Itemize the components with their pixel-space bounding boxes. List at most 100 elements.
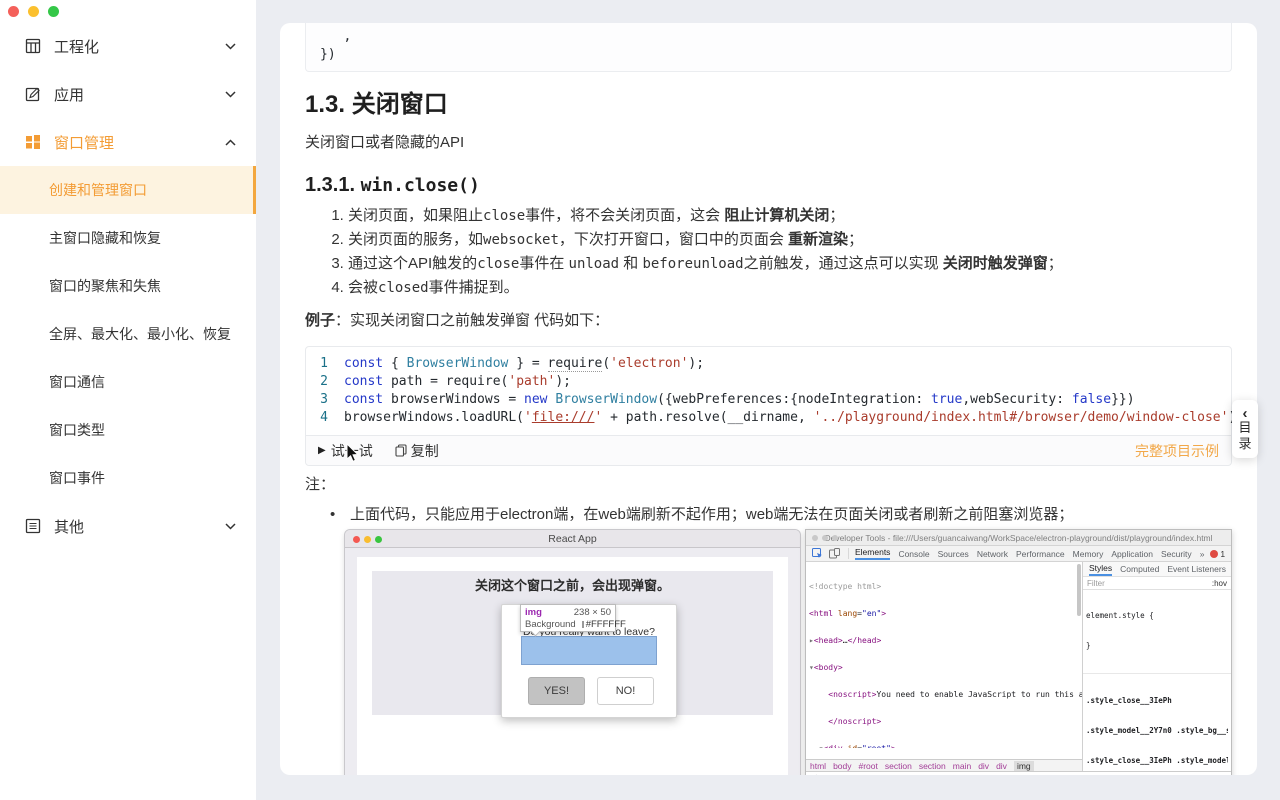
list-item: 关闭页面，如果阻止close事件，将不会关闭页面，这会 阻止计算机关闭； <box>348 204 1232 228</box>
devtools-tab-security[interactable]: Security <box>1161 549 1192 559</box>
text-token: "root" <box>862 744 891 748</box>
text-token: true <box>931 392 963 407</box>
text-token: websocket <box>483 232 559 248</box>
subsection-number: 1.3.1. <box>305 174 361 196</box>
devtools-tab-memory[interactable]: Memory <box>1073 549 1104 559</box>
error-badge[interactable]: 1 <box>1210 549 1225 559</box>
example-screenshot: React App 关闭这个窗口之前，会出现弹窗。 Do you really … <box>345 528 1232 775</box>
text-token: require <box>547 356 603 372</box>
devtools-tab-performance[interactable]: Performance <box>1016 549 1065 559</box>
code-text: browserWindows.loadURL('file:///' + path… <box>344 409 1244 427</box>
sidebar-item-window-communication[interactable]: 窗口通信 <box>0 358 256 406</box>
breadcrumb-item[interactable]: section <box>885 761 912 771</box>
sidebar-item-label: 其他 <box>54 518 85 536</box>
breadcrumb-item[interactable]: main <box>953 761 971 771</box>
devtools-tab-application[interactable]: Application <box>1111 549 1153 559</box>
devtools-tab-elements[interactable]: Elements <box>855 547 891 560</box>
chevron-down-icon <box>225 522 236 530</box>
code-block: 1 const { BrowserWindow } = require('elec… <box>305 346 1244 466</box>
styles-tabs: Styles Computed Event Listeners » <box>1083 562 1231 577</box>
text-token: browserWindows.loadURL( <box>344 410 525 425</box>
note-text: 上面代码，只能应用于electron端，在web端刷新不起作用；web端无法在页… <box>350 506 1074 523</box>
blocks-icon <box>25 38 41 54</box>
sidebar-subitem-label: 窗口类型 <box>49 422 105 438</box>
devtools-tab-sources[interactable]: Sources <box>938 549 969 559</box>
sidebar-item-window-types[interactable]: 窗口类型 <box>0 406 256 454</box>
breadcrumb-item[interactable]: section <box>919 761 946 771</box>
breadcrumb-item[interactable]: html <box>810 761 826 771</box>
css-rules[interactable]: element.style { } .style_close__3IePh .s… <box>1083 590 1231 771</box>
text-token: 重新渲染 <box>788 231 849 248</box>
dom-tree[interactable]: <!doctype html> <html lang="en"> ▸<head>… <box>806 562 1082 748</box>
more-tabs-icon[interactable]: » <box>1200 549 1205 559</box>
sidebar-item-window-events[interactable]: 窗口事件 <box>0 454 256 502</box>
text-token: ； <box>1047 255 1063 272</box>
react-content-card: 关闭这个窗口之前，会出现弹窗。 Do you really want to le… <box>357 557 788 775</box>
drawer-tab-whats-new[interactable]: What's New <box>872 773 917 775</box>
minimize-window-button[interactable] <box>28 6 39 17</box>
text-token: <head> <box>813 636 843 645</box>
sidebar-item-fullscreen-max-min-restore[interactable]: 全屏、最大化、最小化、恢复 <box>0 310 256 358</box>
device-toolbar-icon[interactable] <box>829 548 840 559</box>
text-token: .style_model__2Y7n0 .style_bg__sS8y0, <box>1086 726 1228 735</box>
text-token: ：实现关闭窗口之前触发弹窗 代码如下： <box>335 312 610 329</box>
text-token: close <box>483 208 526 224</box>
close-window-button[interactable] <box>8 6 19 17</box>
sidebar-item-engineering[interactable]: 工程化 <box>0 22 256 70</box>
copy-button[interactable]: 复制 <box>411 441 439 461</box>
text-token: path = require( <box>383 374 509 389</box>
text-token: ，下次打开窗口，窗口中的页面会 <box>558 231 789 248</box>
section-intro: 关闭窗口或者隐藏的API <box>305 134 465 151</box>
close-icon[interactable]: × <box>933 773 938 775</box>
tab-styles[interactable]: Styles <box>1089 563 1113 576</box>
maximize-window-button[interactable] <box>48 6 59 17</box>
mini-minimize-icon <box>364 535 371 543</box>
sidebar-item-window-management[interactable]: 窗口管理 <box>0 118 256 166</box>
windows-icon <box>26 135 40 149</box>
breadcrumb-item-selected[interactable]: img <box>1013 760 1034 771</box>
list-item: 关闭页面的服务，如websocket，下次打开窗口，窗口中的页面会 重新渲染； <box>348 228 1232 252</box>
react-window-title: React App <box>548 532 597 545</box>
sidebar-item-create-manage-window[interactable]: 创建和管理窗口 <box>0 166 256 214</box>
sidebar-item-other[interactable]: 其他 <box>0 502 256 550</box>
devtools-titlebar: Developer Tools - file:///Users/guancaiw… <box>806 530 1231 546</box>
tab-event-listeners[interactable]: Event Listeners <box>1167 564 1226 574</box>
text-token: unload <box>568 256 620 272</box>
text-token: ( <box>602 356 611 371</box>
dom-node: ▾<body> <box>809 663 1082 672</box>
drawer-tab-console[interactable]: Console <box>829 773 860 775</box>
kebab-menu-icon[interactable]: ⋮ <box>812 773 821 776</box>
text-token: </head> <box>847 636 882 645</box>
full-project-example-link[interactable]: 完整项目示例 <box>1135 441 1219 461</box>
text-token: <!doctype html> <box>809 582 882 591</box>
devtools-title: Developer Tools - file:///Users/guancaiw… <box>824 532 1213 543</box>
toc-toggle-button[interactable]: ‹ 目 录 <box>1232 400 1258 458</box>
text-token: 和 <box>619 255 643 272</box>
devtools-tab-console[interactable]: Console <box>898 549 929 559</box>
breadcrumb-item[interactable]: body <box>833 761 851 771</box>
hover-state-toggle[interactable]: :hov <box>1212 579 1227 588</box>
sidebar-item-window-focus-blur[interactable]: 窗口的聚焦和失焦 <box>0 262 256 310</box>
scrollbar[interactable] <box>1077 564 1081 616</box>
no-button[interactable]: NO! <box>597 677 654 705</box>
tooltip-size: 238 × 50 <box>573 606 611 618</box>
error-count: 1 <box>1220 548 1226 559</box>
sidebar-item-application[interactable]: 应用 <box>0 70 256 118</box>
text-token: + path.resolve(__dirname, <box>602 410 814 425</box>
devtools-tab-network[interactable]: Network <box>977 549 1008 559</box>
tab-computed[interactable]: Computed <box>1120 564 1159 574</box>
text-token: > <box>881 609 887 618</box>
text-token: 事件，将不会关闭页面，这会 <box>525 207 725 224</box>
sidebar-item-main-window-hide-restore[interactable]: 主窗口隐藏和恢复 <box>0 214 256 262</box>
styles-pane: Styles Computed Event Listeners » Filter… <box>1082 562 1231 771</box>
breadcrumb-item[interactable]: div <box>996 761 1007 771</box>
try-it-button[interactable]: 试一试 <box>331 441 373 461</box>
filter-input[interactable]: Filter <box>1087 579 1105 588</box>
rule-divider <box>1083 673 1231 674</box>
chevron-down-icon <box>225 90 236 98</box>
yes-button[interactable]: YES! <box>528 677 585 705</box>
sidebar-subitem-label: 窗口通信 <box>49 374 105 390</box>
breadcrumb-item[interactable]: #root <box>859 761 878 771</box>
inspect-element-icon[interactable] <box>812 548 823 559</box>
breadcrumb-item[interactable]: div <box>978 761 989 771</box>
